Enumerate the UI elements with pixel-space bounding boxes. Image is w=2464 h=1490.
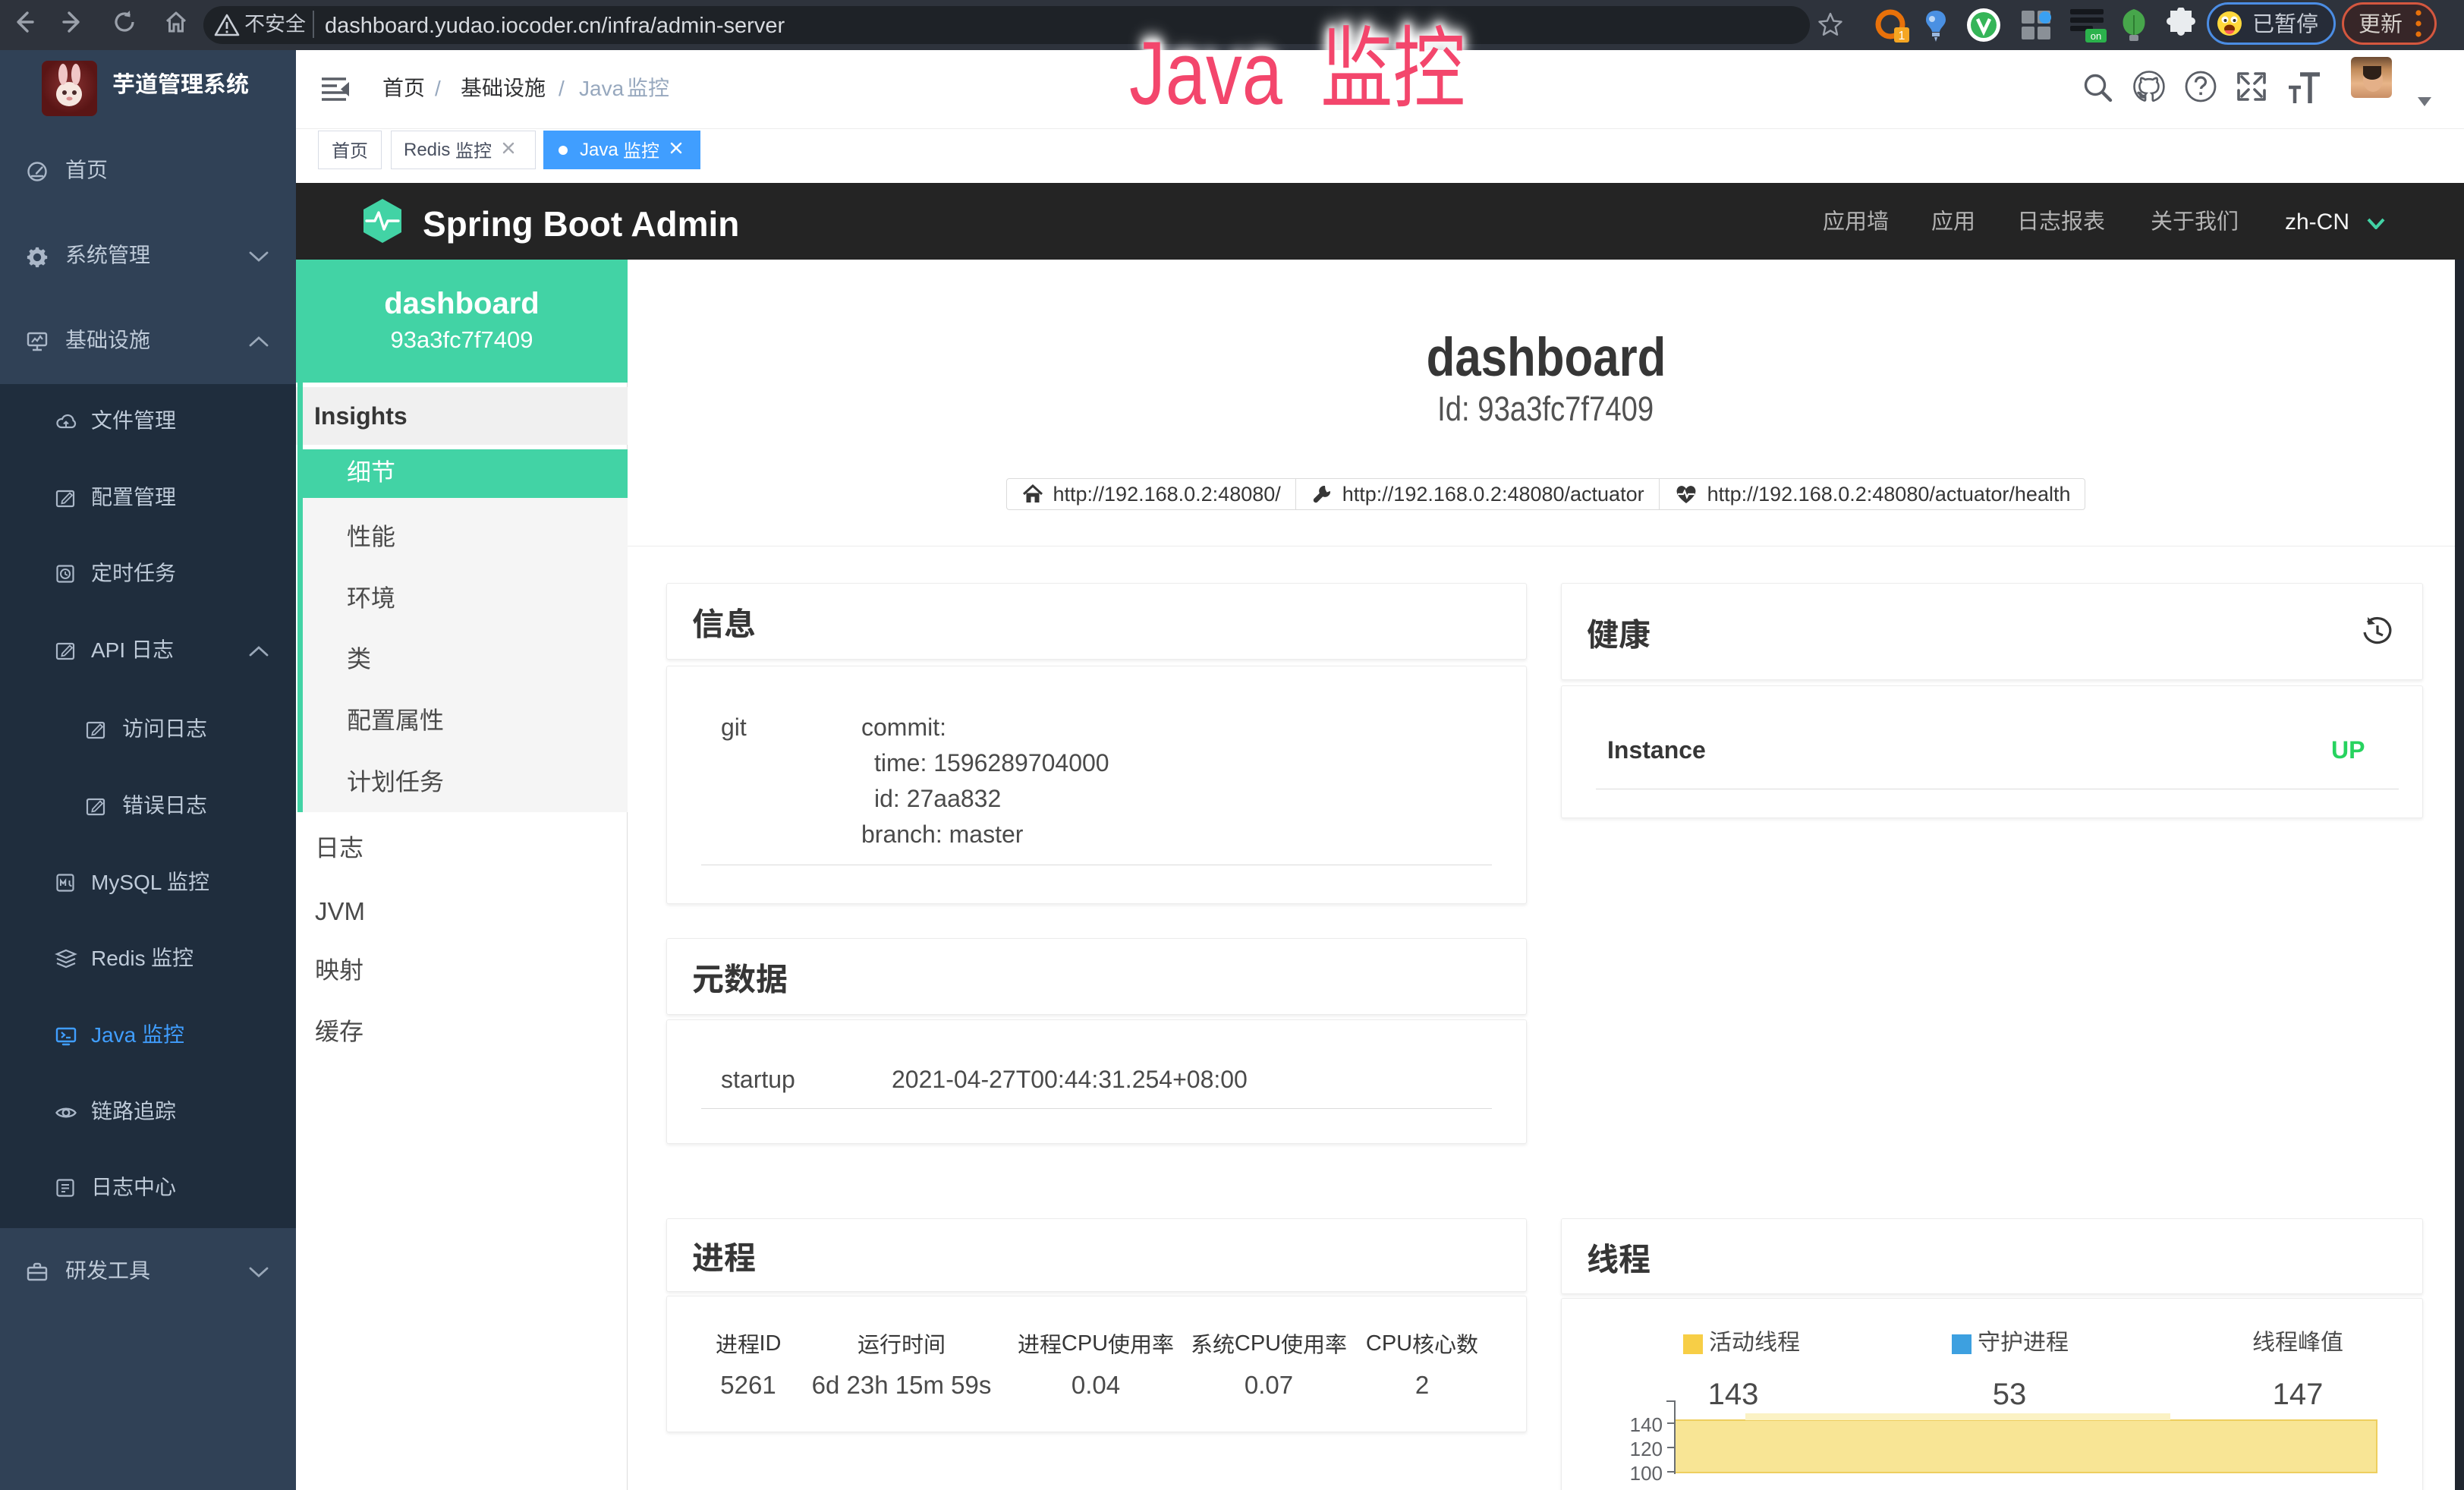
svg-text:on: on <box>2091 30 2101 42</box>
svg-text:1: 1 <box>1899 30 1905 43</box>
